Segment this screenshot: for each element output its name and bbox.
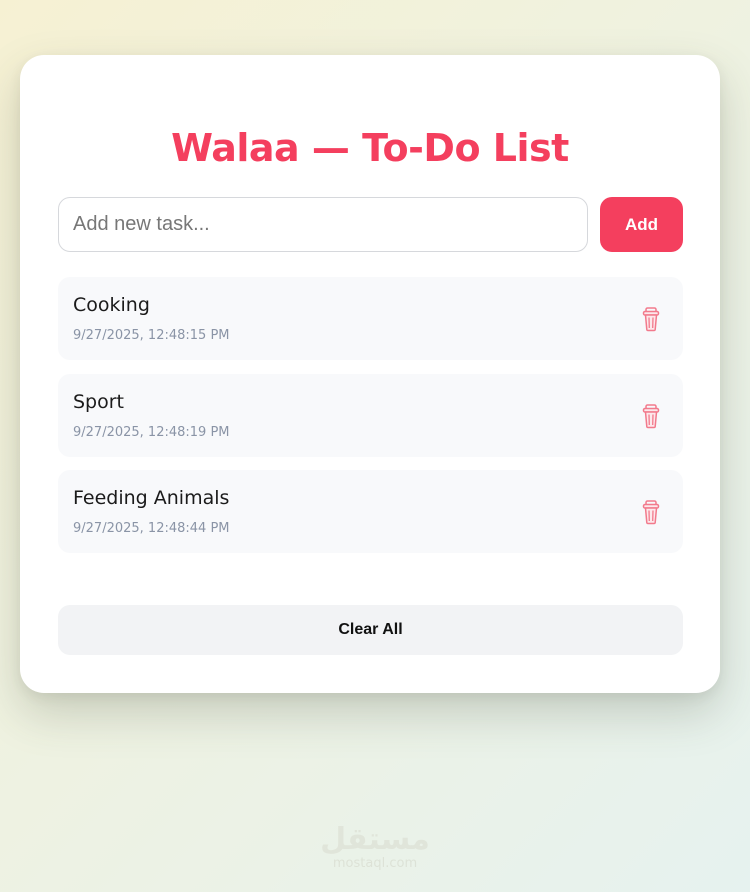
new-task-input[interactable] — [58, 197, 588, 252]
delete-task-button[interactable] — [639, 403, 663, 429]
delete-task-button[interactable] — [639, 499, 663, 525]
task-list: Cooking 9/27/2025, 12:48:15 PM Sport 9/2… — [58, 277, 683, 567]
trash-icon — [642, 307, 660, 332]
delete-task-button[interactable] — [639, 306, 663, 332]
task-name: Cooking — [73, 294, 150, 316]
task-timestamp: 9/27/2025, 12:48:15 PM — [73, 328, 230, 343]
watermark: مستقل mostaql.com — [0, 823, 750, 871]
task-item: Feeding Animals 9/27/2025, 12:48:44 PM — [58, 470, 683, 553]
todo-card: Walaa — To-Do List Add Cooking 9/27/2025… — [20, 55, 720, 693]
task-timestamp: 9/27/2025, 12:48:44 PM — [73, 521, 230, 536]
trash-icon — [642, 500, 660, 525]
task-item: Cooking 9/27/2025, 12:48:15 PM — [58, 277, 683, 360]
add-task-button[interactable]: Add — [600, 197, 683, 252]
task-name: Feeding Animals — [73, 487, 230, 509]
page-title: Walaa — To-Do List — [171, 126, 569, 170]
task-timestamp: 9/27/2025, 12:48:19 PM — [73, 424, 230, 440]
clear-all-button[interactable]: Clear All — [58, 605, 683, 655]
trash-icon — [642, 403, 660, 428]
task-item: Sport 9/27/2025, 12:48:19 PM — [58, 373, 683, 457]
task-name: Sport — [73, 390, 125, 413]
watermark-logo: مستقل — [320, 822, 430, 857]
watermark-domain: mostaql.com — [332, 856, 418, 871]
